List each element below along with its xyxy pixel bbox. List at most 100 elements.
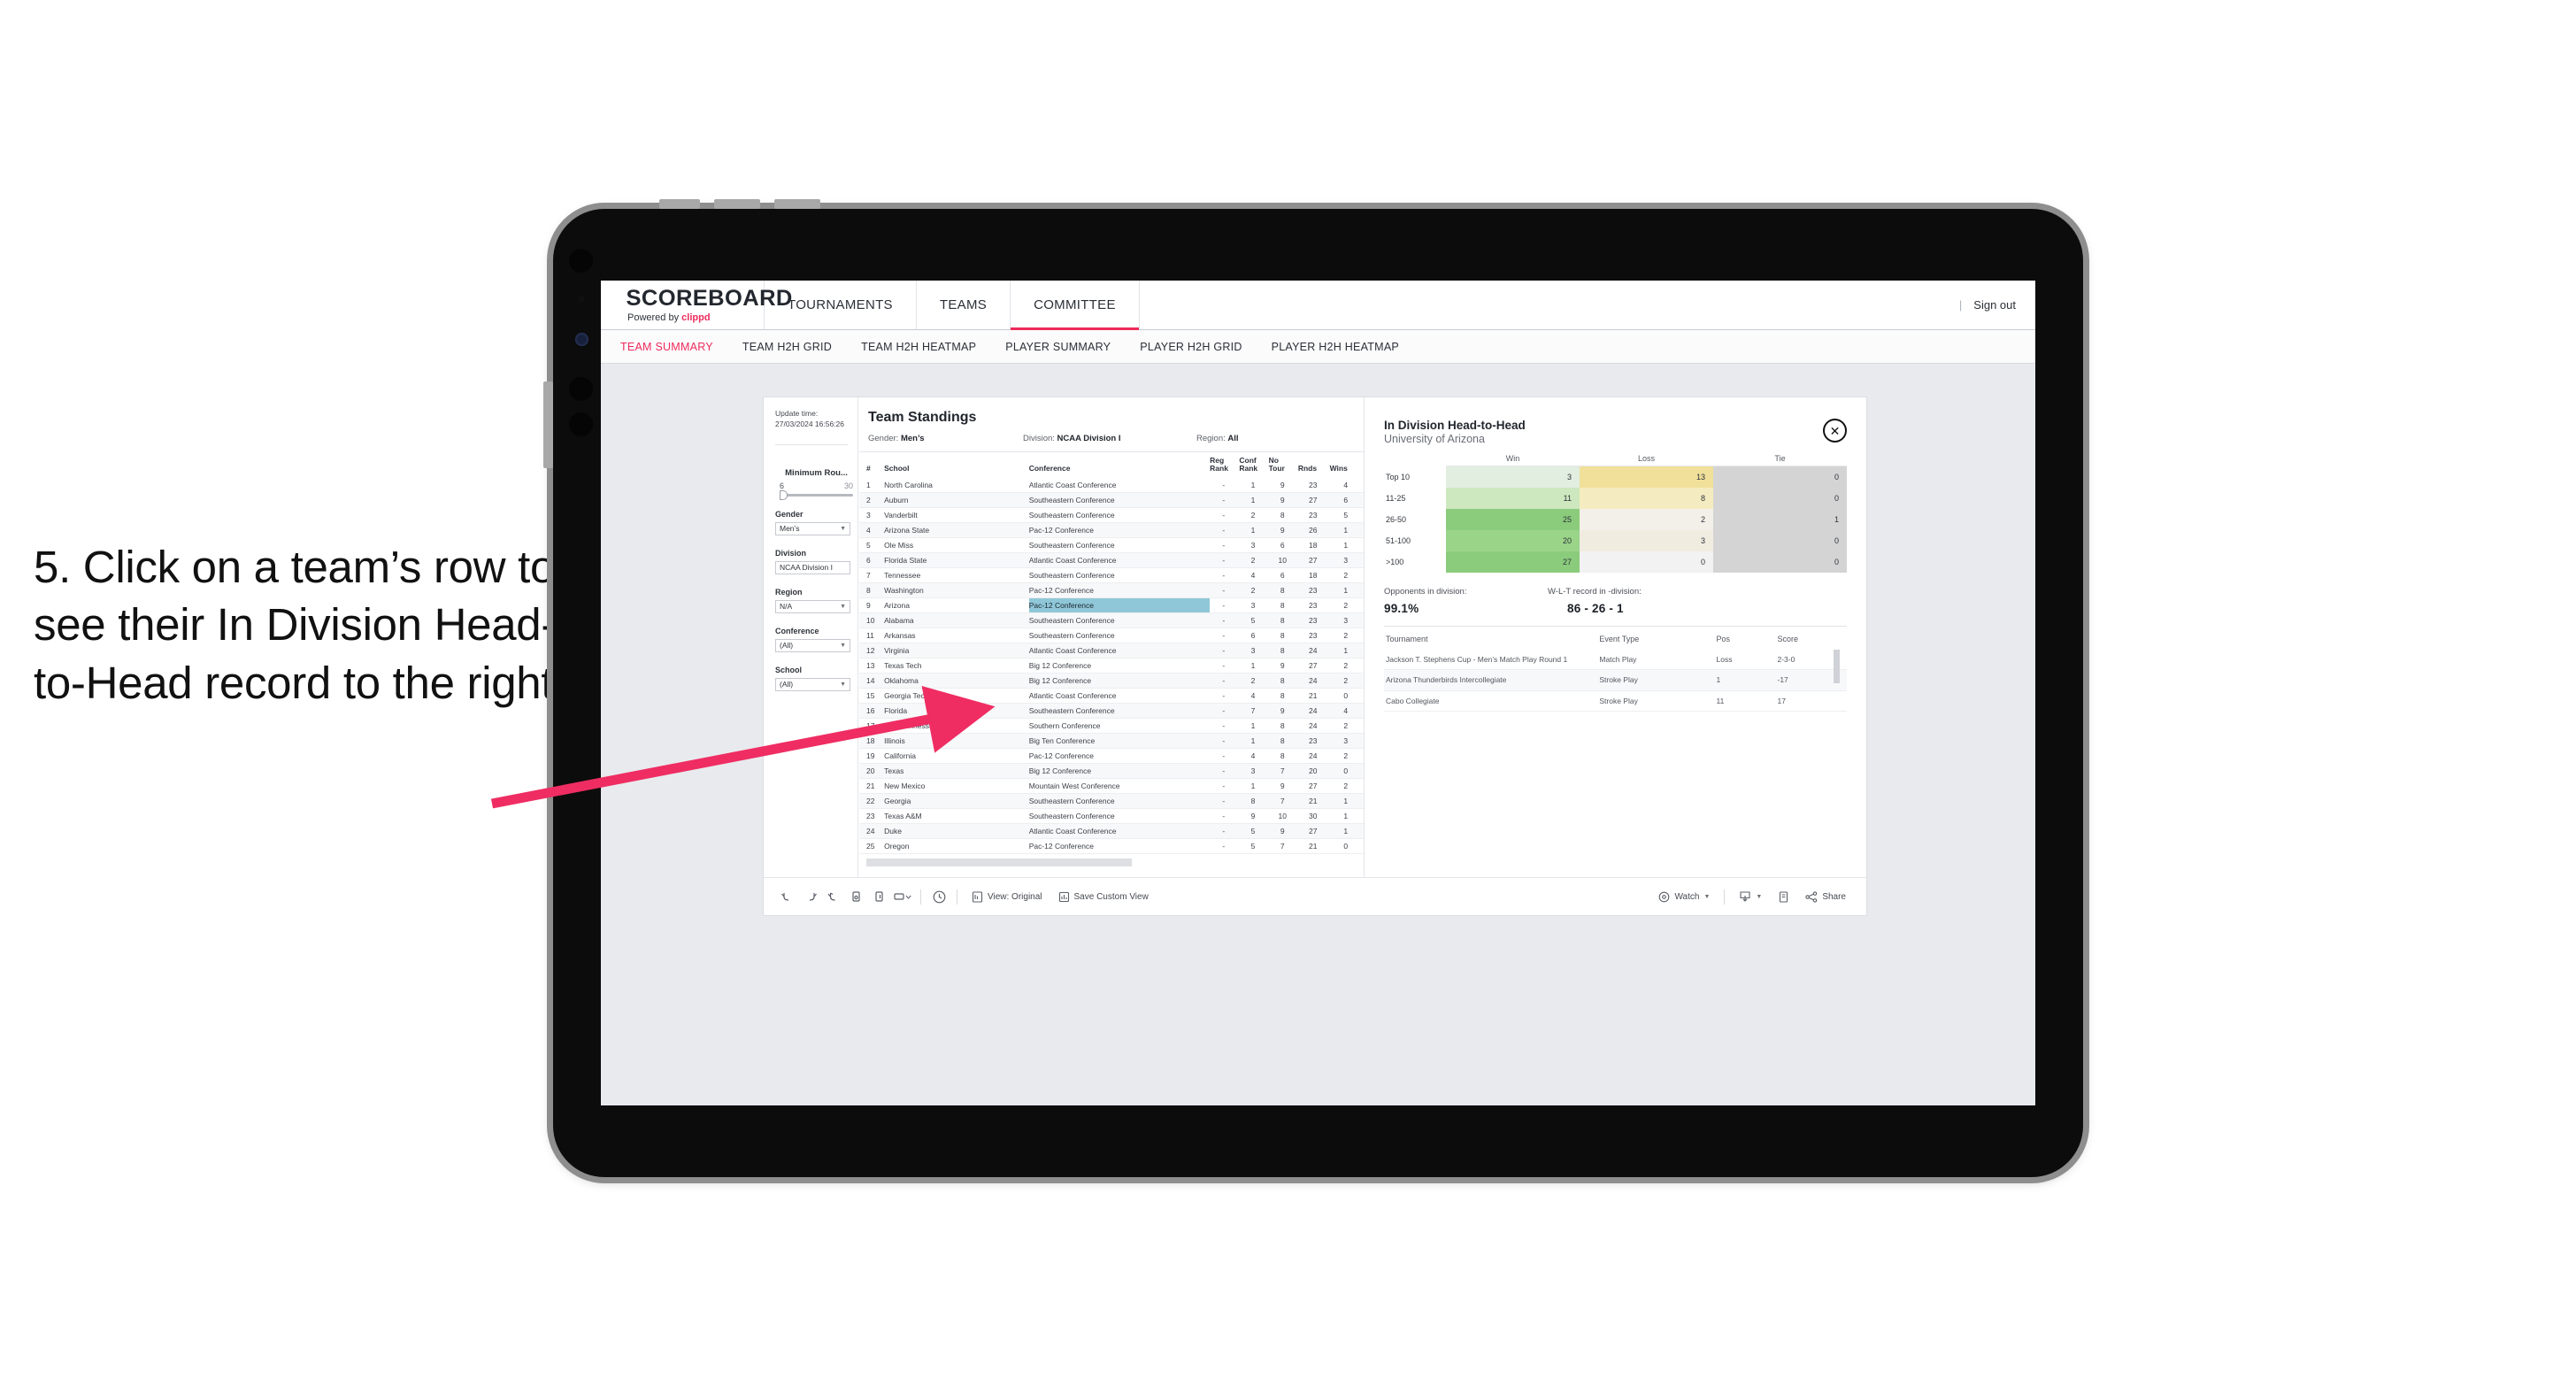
slider-knob[interactable]: [780, 489, 788, 500]
update-time: Update time: 27/03/2024 16:56:26: [775, 409, 855, 430]
cell-wins: 2: [1329, 718, 1364, 734]
cell-conf-rank: 4: [1239, 567, 1269, 583]
h2h-cell-loss: 13: [1580, 466, 1713, 488]
clock-icon[interactable]: [927, 885, 950, 908]
filter-select-school[interactable]: (All) ▼: [775, 677, 850, 691]
chip-gender-label: Gender:: [868, 434, 899, 443]
download-button[interactable]: ▼: [1731, 890, 1770, 903]
subtab-team-summary[interactable]: TEAM SUMMARY: [620, 341, 713, 353]
col-rnds[interactable]: Rnds: [1298, 452, 1330, 478]
filter-select-division[interactable]: NCAA Division I: [775, 560, 850, 574]
brand-logo[interactable]: SCOREBOARD Powered by clippd: [601, 281, 792, 329]
col-reg-rank[interactable]: Reg Rank: [1210, 452, 1239, 478]
cell-no-tour: 9: [1268, 477, 1298, 493]
watch-button[interactable]: Watch ▼: [1650, 891, 1718, 903]
horizontal-scrollbar[interactable]: [866, 858, 1132, 866]
subtab-player-summary[interactable]: PLAYER SUMMARY: [1005, 341, 1111, 353]
table-row[interactable]: 5 Ole Miss Southeastern Conference -3 6 18 1: [859, 537, 1364, 553]
minimum-rounds-slider[interactable]: Minimum Rou... 6 30: [775, 468, 853, 500]
redo-icon[interactable]: [799, 885, 822, 908]
slider-track[interactable]: [780, 489, 853, 500]
table-row[interactable]: 14 Oklahoma Big 12 Conference -2 8 24 2: [859, 673, 1364, 689]
filter-select-gender[interactable]: Men’s ▼: [775, 521, 850, 535]
table-row[interactable]: 18 Illinois Big Ten Conference -1 8 23 3: [859, 733, 1364, 749]
cell-rnds: 21: [1297, 688, 1330, 704]
cell-no-tour: 8: [1268, 643, 1298, 658]
h2h-col-blank: [1384, 454, 1446, 466]
cell-reg-rank: -: [1210, 658, 1240, 674]
nav-tab-committee[interactable]: COMMITTEE: [1011, 281, 1140, 330]
save-custom-view-button[interactable]: Save Custom View: [1050, 891, 1157, 903]
table-row[interactable]: 21 New Mexico Mountain West Conference -1 9 2…: [859, 778, 1364, 794]
table-row[interactable]: 16 Florida Southeastern Conference -7 9 24 4: [859, 703, 1364, 719]
table-row[interactable]: 20 Texas Big 12 Conference -3 7 20 0: [859, 763, 1364, 779]
table-row[interactable]: 24 Duke Atlantic Coast Conference -5 9 27 1: [859, 823, 1364, 839]
view-original-button[interactable]: View: Original: [964, 890, 1050, 903]
h2h-row: 51-100 20 3 0: [1384, 529, 1847, 551]
table-row[interactable]: 22 Georgia Southeastern Conference -8 7 21 1: [859, 793, 1364, 809]
h2h-subtitle: University of Arizona: [1384, 433, 1485, 445]
table-row[interactable]: 12 Virginia Atlantic Coast Conference -3 8 24…: [859, 643, 1364, 658]
table-row[interactable]: 15 Georgia Tech Atlantic Coast Conference -…: [859, 688, 1364, 704]
cell-conference: Mountain West Conference: [1028, 778, 1211, 794]
table-row[interactable]: 7 Tennessee Southeastern Conference -4 6 18 2: [859, 567, 1364, 583]
filter-select-conference[interactable]: (All) ▼: [775, 638, 850, 652]
subtab-player-h2h-grid[interactable]: PLAYER H2H GRID: [1140, 341, 1242, 353]
close-icon[interactable]: ✕: [1823, 419, 1847, 443]
nav-tab-teams[interactable]: TEAMS: [917, 281, 1011, 329]
col-school[interactable]: School: [884, 452, 1029, 478]
table-row[interactable]: 23 Texas A&M Southeastern Conference -9 10 30…: [859, 808, 1364, 824]
filter-select-region[interactable]: N/A ▼: [775, 599, 850, 613]
update-time-value: 27/03/2024 16:56:26: [775, 419, 844, 428]
tournament-row[interactable]: Arizona Thunderbirds Intercollegiate Stro…: [1384, 669, 1847, 691]
undo-icon[interactable]: [776, 885, 799, 908]
col-conference[interactable]: Conference: [1029, 452, 1210, 478]
refresh-data-icon[interactable]: [845, 885, 868, 908]
subtab-team-h2h-grid[interactable]: TEAM H2H GRID: [742, 341, 832, 353]
table-row[interactable]: 2 Auburn Southeastern Conference -1 9 27 6: [859, 492, 1364, 508]
table-row[interactable]: 3 Vanderbilt Southeastern Conference -2 8 23 5: [859, 507, 1364, 523]
table-row[interactable]: 19 California Pac-12 Conference -4 8 24 2: [859, 748, 1364, 764]
table-row[interactable]: 17 East Tennessee State Southern Conferenc…: [859, 718, 1364, 734]
tournament-row[interactable]: Jackson T. Stephens Cup - Men’s Match Pl…: [1384, 649, 1847, 671]
table-row[interactable]: 8 Washington Pac-12 Conference -2 8 23 1: [859, 582, 1364, 598]
cell-reg-rank: -: [1210, 838, 1240, 854]
cell-reg-rank: -: [1210, 778, 1240, 794]
fullscreen-button[interactable]: [1770, 890, 1797, 903]
cell-wins: 1: [1329, 793, 1364, 809]
table-row[interactable]: 4 Arizona State Pac-12 Conference -1 9 26 1: [859, 522, 1364, 538]
subtab-team-h2h-heatmap[interactable]: TEAM H2H HEATMAP: [861, 341, 976, 353]
revert-icon[interactable]: [822, 885, 845, 908]
table-row[interactable]: 10 Alabama Southeastern Conference -5 8 23 3: [859, 612, 1364, 628]
cell-rank: 20: [859, 763, 885, 779]
col-rank[interactable]: #: [859, 452, 884, 478]
sign-out-link[interactable]: Sign out: [1973, 298, 2016, 312]
tournament-scrollbar[interactable]: [1834, 649, 1840, 683]
table-row[interactable]: 25 Oregon Pac-12 Conference -5 7 21 0: [859, 838, 1364, 854]
cell-school: Florida: [884, 703, 1029, 719]
table-row[interactable]: 11 Arkansas Southeastern Conference -6 8 23 2: [859, 628, 1364, 643]
tournament-row[interactable]: Cabo Collegiate Stroke Play 11 17: [1384, 690, 1847, 712]
nav-tab-tournaments[interactable]: TOURNAMENTS: [765, 281, 917, 329]
subtab-player-h2h-heatmap[interactable]: PLAYER H2H HEATMAP: [1272, 341, 1399, 353]
table-row[interactable]: 9 Arizona Pac-12 Conference -3 8 23 2: [859, 597, 1364, 613]
pause-icon[interactable]: [868, 885, 891, 908]
slider-values: 6 30: [780, 481, 853, 490]
col-conf-rank[interactable]: Conf Rank: [1239, 452, 1268, 478]
table-row[interactable]: 6 Florida State Atlantic Coast Conference -…: [859, 552, 1364, 568]
cell-reg-rank: -: [1210, 643, 1240, 658]
chip-region-value: All: [1227, 434, 1239, 443]
col-no-tour[interactable]: No Tour: [1269, 452, 1298, 478]
cell-school: Georgia: [884, 793, 1029, 809]
cell-conference: Pac-12 Conference: [1028, 582, 1211, 598]
cell-rank: 9: [859, 597, 885, 613]
cell-school: Arkansas: [884, 628, 1029, 643]
cell-wins: 1: [1329, 522, 1364, 538]
h2h-cell-tie: 0: [1713, 466, 1847, 488]
cell-rank: 4: [859, 522, 885, 538]
col-wins[interactable]: Wins: [1330, 452, 1364, 478]
table-row[interactable]: 13 Texas Tech Big 12 Conference -1 9 27 2: [859, 658, 1364, 674]
table-row[interactable]: 1 North Carolina Atlantic Coast Conference…: [859, 477, 1364, 493]
device-layout-icon[interactable]: [891, 885, 914, 908]
share-button[interactable]: Share: [1797, 890, 1854, 903]
